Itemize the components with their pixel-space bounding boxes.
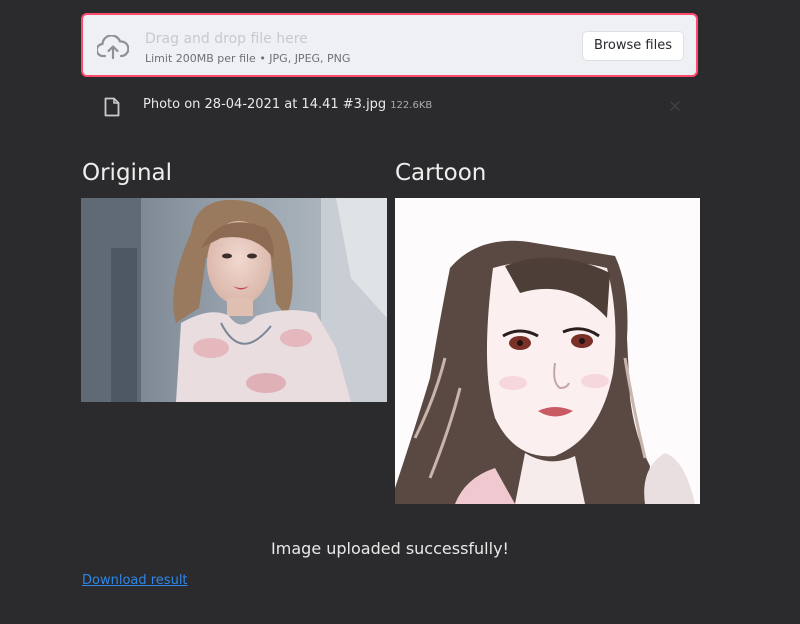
uploaded-file-row: Photo on 28-04-2021 at 14.41 #3.jpg 122.6… [81, 88, 698, 124]
original-heading: Original [82, 160, 173, 186]
download-result-link[interactable]: Download result [82, 573, 188, 588]
dropzone-text: Drag and drop file here Limit 200MB per … [145, 31, 350, 65]
dropzone-limit-text: Limit 200MB per file • JPG, JPEG, PNG [145, 52, 351, 65]
uploaded-file-name: Photo on 28-04-2021 at 14.41 #3.jpg [143, 97, 387, 112]
cartoon-heading: Cartoon [395, 160, 487, 186]
success-message: Image uploaded successfully! [271, 539, 509, 558]
browse-files-button[interactable]: Browse files [581, 31, 684, 61]
uploaded-file-info: Photo on 28-04-2021 at 14.41 #3.jpg 122.6… [143, 97, 432, 112]
original-image [81, 198, 387, 402]
file-icon [103, 97, 121, 117]
app-page: Drag and drop file here Limit 200MB per … [0, 0, 800, 624]
uploaded-file-size: 122.6KB [390, 100, 433, 111]
cartoon-image [395, 198, 700, 504]
close-icon[interactable] [668, 98, 682, 112]
file-dropzone[interactable]: Drag and drop file here Limit 200MB per … [81, 13, 698, 77]
dropzone-title: Drag and drop file here [145, 31, 308, 47]
cloud-upload-icon [95, 34, 130, 61]
